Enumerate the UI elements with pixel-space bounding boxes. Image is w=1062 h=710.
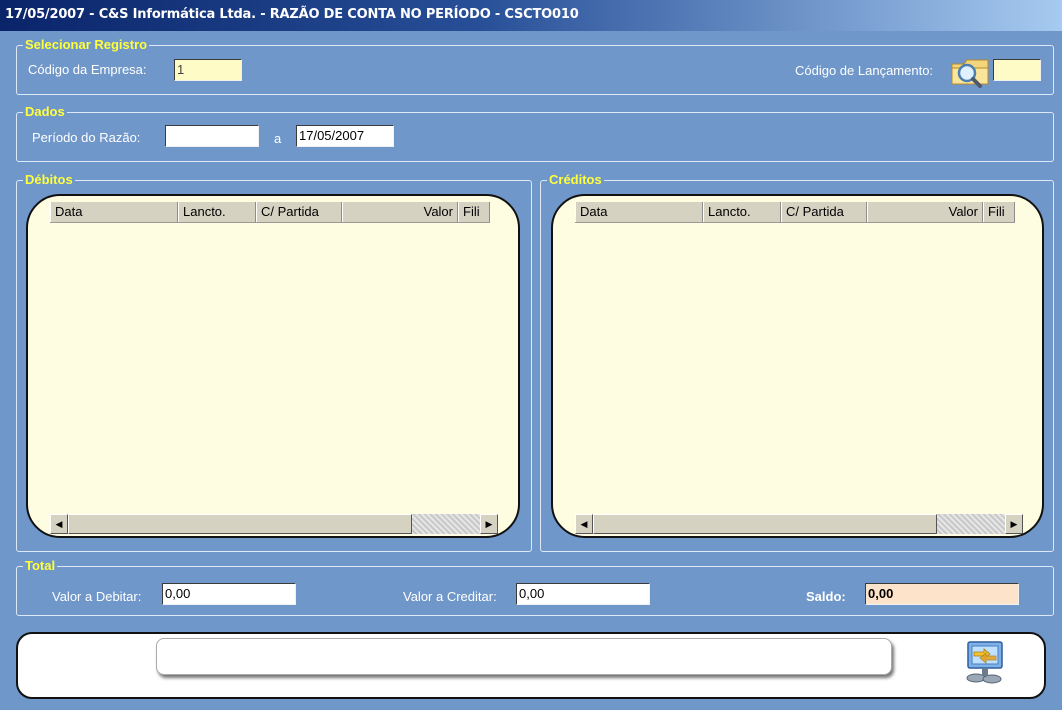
creditos-legend: Créditos (547, 171, 604, 189)
selecionar-registro-legend: Selecionar Registro (23, 36, 150, 54)
window-title: 17/05/2007 - C&S Informática Ltda. - RAZ… (5, 7, 579, 22)
debitos-col-cpartida[interactable]: C/ Partida (256, 202, 342, 222)
exit-arrows-icon[interactable] (962, 640, 1006, 686)
creditos-col-cpartida[interactable]: C/ Partida (781, 202, 867, 222)
periodo-fim-input[interactable]: 17/05/2007 (296, 125, 394, 147)
debitos-col-valor[interactable]: Valor (342, 202, 458, 222)
creditos-col-valor[interactable]: Valor (867, 202, 983, 222)
magnifier-folder-icon[interactable] (950, 56, 992, 88)
scroll-left-arrow-icon[interactable]: ◀ (50, 514, 68, 534)
debitos-col-fili[interactable]: Fili (458, 202, 490, 222)
periodo-inicio-input[interactable] (165, 125, 259, 147)
debitos-grid[interactable]: Data Lancto. C/ Partida Valor Fili ◀ ▶ (26, 194, 520, 538)
creditos-grid-header: Data Lancto. C/ Partida Valor Fili (575, 202, 1015, 223)
periodo-razao-label: Período do Razão: (32, 130, 141, 145)
status-message-field (156, 638, 892, 675)
codigo-empresa-label: Código da Empresa: (28, 62, 147, 77)
debitos-col-data[interactable]: Data (50, 202, 178, 222)
creditos-col-fili[interactable]: Fili (983, 202, 1015, 222)
periodo-separator-label: a (274, 131, 282, 146)
creditos-grid[interactable]: Data Lancto. C/ Partida Valor Fili ◀ ▶ (551, 194, 1044, 538)
bottom-bar (16, 632, 1046, 699)
debitos-grid-header: Data Lancto. C/ Partida Valor Fili (50, 202, 490, 223)
creditos-hscrollbar[interactable]: ◀ ▶ (575, 514, 1023, 534)
creditos-scroll-thumb[interactable] (593, 514, 937, 534)
debitos-legend: Débitos (23, 171, 75, 189)
scroll-right-arrow-icon[interactable]: ▶ (1005, 514, 1023, 534)
scroll-left-arrow-icon[interactable]: ◀ (575, 514, 593, 534)
codigo-empresa-input[interactable]: 1 (174, 59, 242, 81)
codigo-lancamento-input[interactable] (993, 59, 1041, 81)
debitos-scroll-track[interactable] (412, 514, 480, 534)
saldo-label: Saldo: (806, 589, 846, 604)
creditos-col-lancto[interactable]: Lancto. (703, 202, 781, 222)
creditos-scroll-track[interactable] (937, 514, 1005, 534)
codigo-lancamento-label: Código de Lançamento: (795, 63, 934, 78)
valor-creditar-input[interactable]: 0,00 (516, 583, 650, 605)
title-bar[interactable]: 17/05/2007 - C&S Informática Ltda. - RAZ… (0, 0, 1062, 31)
valor-debitar-label: Valor a Debitar: (52, 589, 142, 604)
saldo-input: 0,00 (865, 583, 1019, 605)
scroll-right-arrow-icon[interactable]: ▶ (480, 514, 498, 534)
debitos-col-lancto[interactable]: Lancto. (178, 202, 256, 222)
main-window: 17/05/2007 - C&S Informática Ltda. - RAZ… (0, 0, 1062, 710)
valor-creditar-label: Valor a Creditar: (403, 589, 497, 604)
dados-legend: Dados (23, 103, 67, 121)
debitos-hscrollbar[interactable]: ◀ ▶ (50, 514, 498, 534)
valor-debitar-input[interactable]: 0,00 (162, 583, 296, 605)
creditos-col-data[interactable]: Data (575, 202, 703, 222)
total-legend: Total (23, 557, 58, 575)
debitos-scroll-thumb[interactable] (68, 514, 412, 534)
